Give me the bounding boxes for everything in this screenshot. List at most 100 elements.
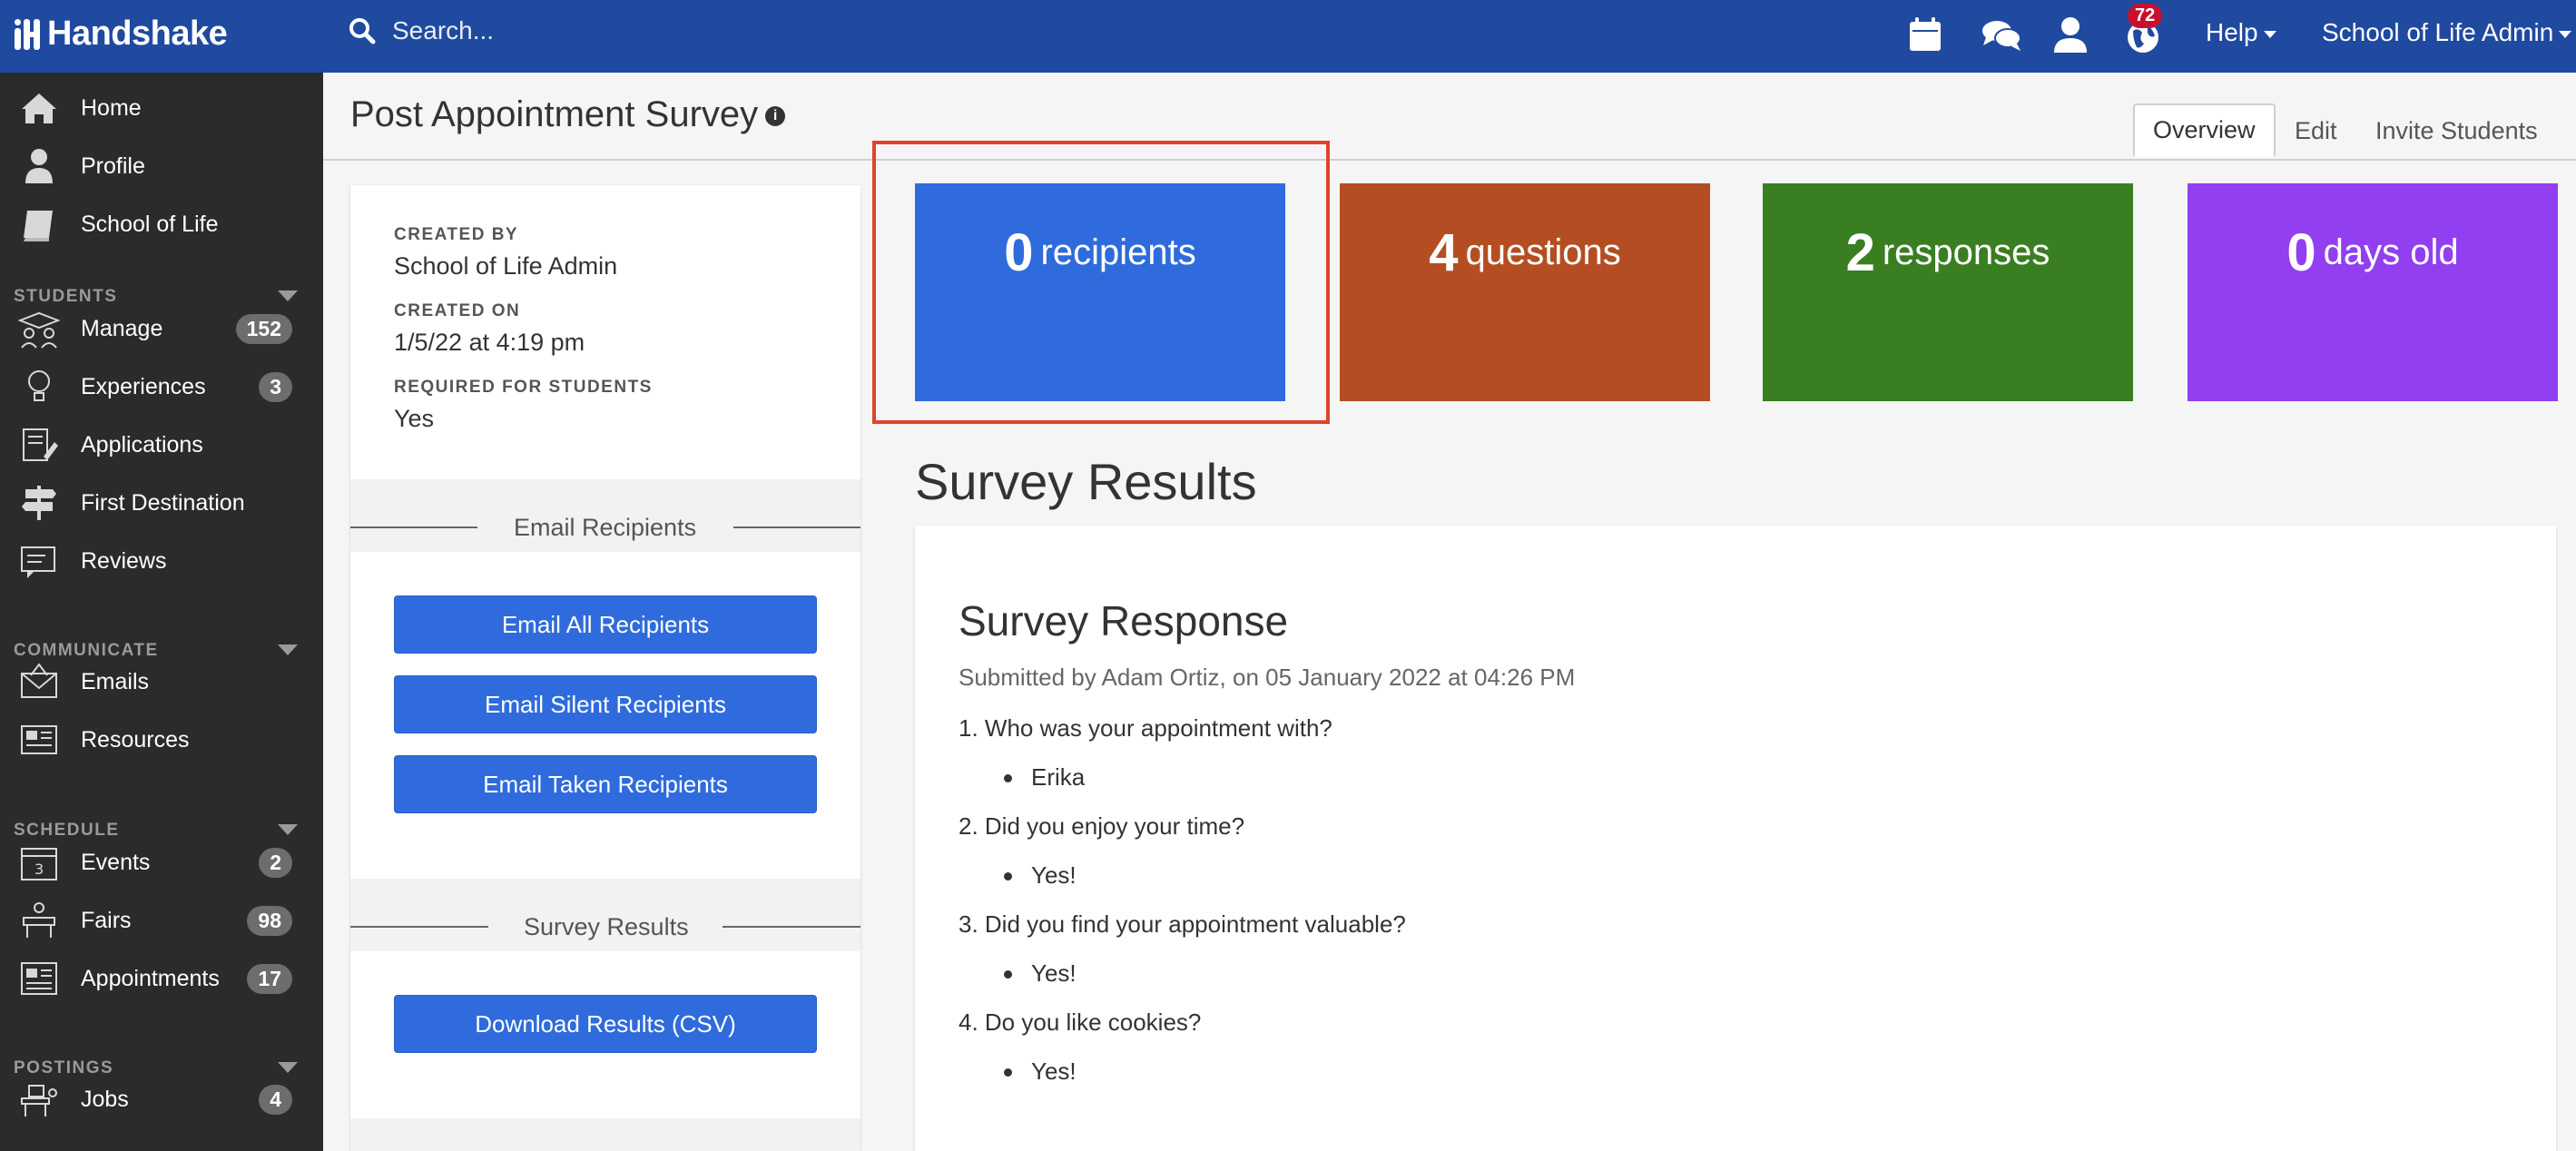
sidebar-item-emails[interactable]: Emails <box>0 654 323 709</box>
handshake-logo[interactable]: Handshake <box>15 15 228 54</box>
question-text: 4. Do you like cookies? <box>959 1008 1202 1036</box>
search-input[interactable] <box>392 16 937 45</box>
download-results-button[interactable]: Download Results (CSV) <box>394 995 817 1053</box>
fairs-icon <box>23 902 55 938</box>
sidebar-item-label: First Destination <box>81 489 245 516</box>
appointments-icon <box>21 962 57 995</box>
sidebar-item-label: Manage <box>81 315 163 341</box>
stat-value: 4 <box>1429 223 1459 282</box>
sidebar-item-label: Home <box>81 94 142 121</box>
divider-line <box>723 926 860 928</box>
calendar-icon[interactable] <box>1903 13 1948 58</box>
count-badge: 2 <box>259 847 292 878</box>
chevron-down-icon[interactable] <box>278 824 298 835</box>
question-text: 1. Who was your appointment with? <box>959 714 1332 742</box>
sidebar-item-fairs[interactable]: Fairs 98 <box>0 893 323 948</box>
question-text: 2. Did you enjoy your time? <box>959 812 1245 840</box>
logo-text: Handshake <box>47 15 228 53</box>
header-divider <box>323 159 2576 161</box>
email-taken-recipients-button[interactable]: Email Taken Recipients <box>394 755 817 813</box>
required-value: Yes <box>394 405 435 432</box>
chevron-down-icon[interactable] <box>278 290 298 301</box>
stat-tile-responses[interactable]: 2 responses <box>1763 183 2133 401</box>
answer-text: Yes! <box>1004 861 1077 889</box>
page-title: Post Appointment Survey i <box>350 94 786 135</box>
submitted-by-text: Submitted by Adam Ortiz, on 05 January 2… <box>959 664 1576 691</box>
count-badge: 3 <box>259 371 292 402</box>
stat-label: days old <box>2323 232 2459 272</box>
sidebar-item-jobs[interactable]: Jobs 4 <box>0 1072 323 1126</box>
tab-overview[interactable]: Overview <box>2133 103 2276 157</box>
count-badge: 98 <box>247 905 292 936</box>
divider-line <box>350 526 477 528</box>
info-icon[interactable]: i <box>765 106 786 127</box>
sidebar-item-experiences[interactable]: Experiences 3 <box>0 359 323 414</box>
chevron-down-icon <box>2559 30 2572 38</box>
sidebar-item-resources[interactable]: Resources <box>0 713 323 767</box>
sidebar-item-home[interactable]: Home <box>0 81 323 135</box>
highlight-box <box>872 141 1330 424</box>
user-icon[interactable] <box>2048 13 2093 58</box>
created-by-value: School of Life Admin <box>394 252 618 280</box>
email-all-recipients-button[interactable]: Email All Recipients <box>394 595 817 654</box>
survey-response-title: Survey Response <box>959 597 1289 644</box>
students-icon <box>18 311 60 349</box>
created-by-label: CREATED BY <box>394 225 519 244</box>
sidebar-item-label: School of Life <box>81 211 219 237</box>
answer-text: Yes! <box>1004 959 1077 987</box>
user-account-label: School of Life Admin <box>2322 18 2554 46</box>
top-navigation-bar: Handshake 72 Help School of Life Admin <box>0 0 2576 73</box>
chat-icon[interactable] <box>1979 13 2024 58</box>
created-on-value: 1/5/22 at 4:19 pm <box>394 329 585 356</box>
stat-label: responses <box>1882 232 2050 272</box>
global-search <box>349 16 937 45</box>
envelope-icon <box>21 663 57 698</box>
applications-icon <box>23 428 58 461</box>
sidebar-item-appointments[interactable]: Appointments 17 <box>0 951 323 1006</box>
sidebar-item-manage[interactable]: Manage 152 <box>0 301 323 356</box>
answer-text: Erika <box>1003 763 1086 791</box>
sidebar-item-label: Applications <box>81 431 203 457</box>
book-icon <box>24 211 53 241</box>
email-silent-recipients-button[interactable]: Email Silent Recipients <box>394 675 817 733</box>
created-on-label: CREATED ON <box>394 301 521 320</box>
user-account-menu[interactable]: School of Life Admin <box>2322 18 2572 47</box>
required-label: REQUIRED FOR STUDENTS <box>394 378 653 397</box>
resources-icon <box>21 725 57 754</box>
email-recipients-heading: Email Recipients <box>514 514 697 541</box>
sidebar-item-label: Resources <box>81 726 190 753</box>
sidebar-item-label: Profile <box>81 152 145 179</box>
sidebar-item-label: Appointments <box>81 965 220 991</box>
sidebar-item-first-destination[interactable]: First Destination <box>0 476 323 530</box>
sidebar-item-events[interactable]: 3 Events 2 <box>0 835 323 890</box>
divider-line <box>350 926 488 928</box>
search-icon[interactable] <box>349 17 376 44</box>
section-band <box>350 1118 860 1151</box>
sidebar-item-applications[interactable]: Applications <box>0 418 323 472</box>
stat-tile-questions[interactable]: 4 questions <box>1340 183 1710 401</box>
reviews-icon <box>21 546 55 578</box>
sidebar-item-label: Reviews <box>81 547 167 574</box>
handshake-logo-mark <box>15 18 40 50</box>
sidebar-item-label: Events <box>81 849 151 875</box>
tab-edit[interactable]: Edit <box>2295 117 2337 145</box>
sidebar-item-label: Fairs <box>81 907 132 933</box>
page-title-text: Post Appointment Survey <box>350 94 759 134</box>
home-icon <box>22 93 56 123</box>
person-icon <box>25 149 53 183</box>
sidebar-item-profile[interactable]: Profile <box>0 139 323 193</box>
count-badge: 152 <box>235 313 292 344</box>
lightbulb-icon <box>28 370 50 401</box>
divider-line <box>733 526 860 528</box>
stat-tile-days-old[interactable]: 0 days old <box>2188 183 2558 401</box>
sidebar-item-reviews[interactable]: Reviews <box>0 534 323 588</box>
survey-results-heading: Survey Results <box>524 913 689 940</box>
chevron-down-icon <box>2263 30 2276 38</box>
sidebar: Home Profile School of Life STUDENTS Man… <box>0 73 323 1151</box>
help-menu[interactable]: Help <box>2206 18 2276 47</box>
sidebar-item-school-of-life[interactable]: School of Life <box>0 197 323 251</box>
sidebar-item-label: Experiences <box>81 373 206 399</box>
tab-invite-students[interactable]: Invite Students <box>2375 117 2538 145</box>
count-badge: 4 <box>259 1084 292 1115</box>
question-text: 3. Did you find your appointment valuabl… <box>959 910 1406 938</box>
